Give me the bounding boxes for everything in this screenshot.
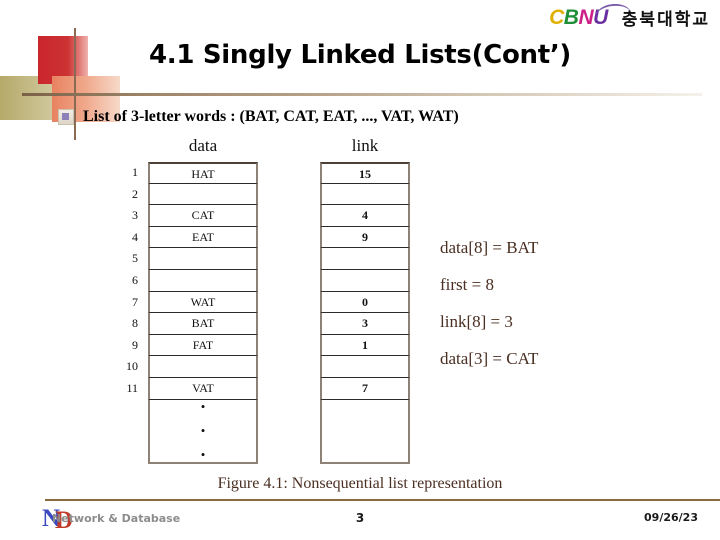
bullet-item-label: List of 3-letter words : (BAT, CAT, EAT,…: [83, 108, 459, 125]
university-name-korean: 충북대학교: [621, 9, 710, 30]
link-cell: 9: [320, 226, 410, 249]
ellipsis-dot: •: [200, 399, 206, 415]
footer-date: 09/26/23: [644, 511, 698, 524]
row-index-label: 1: [132, 165, 138, 179]
data-cell-continuation: • • •: [148, 399, 258, 464]
link-cell: 0: [320, 291, 410, 314]
link-cell-continuation: [320, 399, 410, 464]
link-cell: 1: [320, 334, 410, 357]
vertical-ellipsis-icon: • • •: [150, 400, 256, 462]
row-index-label: 11: [126, 380, 138, 395]
data-cell: [148, 356, 258, 378]
annotation-line: first = 8: [440, 275, 494, 294]
row-index-label: 4: [132, 229, 138, 244]
logo-letter-b: B: [563, 5, 579, 29]
bullet-list-item: List of 3-letter words : (BAT, CAT, EAT,…: [58, 108, 459, 126]
figure-column-headers: data link: [0, 136, 720, 158]
data-cell: [148, 248, 258, 270]
data-cell: WAT: [148, 291, 258, 314]
figure-annotations: data[8] = BAT first = 8 link[8] = 3 data[3]…: [440, 238, 670, 386]
row-index-label: 9: [132, 337, 138, 352]
annotation-line: data[3] = CAT: [440, 349, 539, 368]
column-header-link: link: [351, 136, 379, 155]
page-title: 4.1 Singly Linked Lists(Cont’): [148, 40, 572, 70]
figure-caption: Figure 4.1: Nonsequential list represent…: [217, 475, 503, 492]
row-index-label: 3: [132, 208, 138, 223]
ellipsis-dot: •: [200, 423, 206, 439]
link-cell: 4: [320, 205, 410, 227]
annotation-line: data[8] = BAT: [440, 238, 539, 257]
title-underline-rule: [22, 93, 702, 96]
data-cell: HAT: [148, 162, 258, 184]
data-cell: VAT: [148, 377, 258, 400]
link-cell: [320, 183, 410, 206]
slide-footer: N D Network & Database 3 09/26/23: [0, 503, 720, 540]
logo-letter-n: N: [578, 5, 594, 29]
page-number: 3: [355, 511, 365, 525]
cbnu-acronym: CBNU: [549, 2, 632, 29]
cbnu-brand-logo: CBNU 충북대학교: [549, 2, 710, 32]
link-cell: [320, 248, 410, 270]
data-cell: EAT: [148, 226, 258, 249]
row-index-label: 8: [132, 316, 138, 331]
row-index-label: 5: [132, 251, 138, 266]
link-cell: [320, 356, 410, 378]
data-cell: BAT: [148, 313, 258, 335]
data-cell: CAT: [148, 205, 258, 227]
cube-bullet-icon: [58, 109, 74, 125]
link-cell: 15: [320, 162, 410, 184]
data-cell: FAT: [148, 334, 258, 357]
column-header-data: data: [188, 136, 218, 155]
annotation-line: link[8] = 3: [440, 312, 513, 331]
row-index-label: 2: [132, 186, 138, 201]
link-cell: 3: [320, 313, 410, 335]
data-cell: [148, 183, 258, 206]
link-cell: [320, 269, 410, 292]
row-index-label: 7: [132, 294, 138, 309]
data-cell: [148, 269, 258, 292]
row-index-label: 6: [132, 272, 138, 287]
footer-divider: [45, 499, 720, 501]
ellipsis-dot: •: [200, 447, 206, 463]
logo-letter-c: C: [549, 5, 564, 29]
row-index-label: 10: [126, 359, 138, 374]
link-cell: 7: [320, 377, 410, 400]
